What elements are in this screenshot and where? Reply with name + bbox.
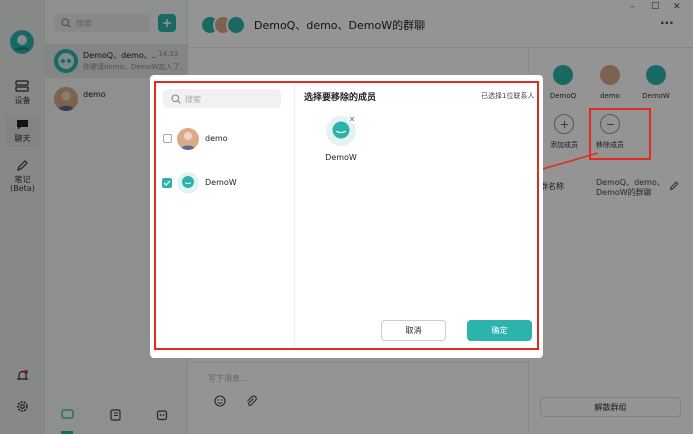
confirm-button[interactable]: 确定	[467, 320, 532, 341]
remove-selected-icon[interactable]	[348, 115, 356, 123]
search-icon	[170, 93, 181, 104]
contact-avatar	[177, 172, 199, 194]
selected-count-text: 已选择1位联系人	[481, 92, 535, 100]
confirm-label: 确定	[491, 326, 508, 335]
selected-member-name: DemoW	[325, 153, 357, 162]
contact-row-demo[interactable]: demo	[157, 126, 293, 152]
contact-name: DemoW	[205, 178, 237, 187]
dialog-search-placeholder: 搜索	[185, 95, 201, 104]
contact-checkbox-checked[interactable]	[162, 178, 172, 188]
contact-checkbox[interactable]	[163, 134, 172, 143]
cancel-button[interactable]: 取消	[381, 320, 446, 341]
dialog-contacts-pane	[157, 83, 293, 347]
check-icon	[163, 180, 171, 186]
contact-avatar	[177, 128, 199, 150]
contact-name: demo	[205, 134, 228, 143]
contact-row-demow[interactable]: DemoW	[157, 170, 293, 196]
cancel-label: 取消	[405, 326, 422, 335]
dialog-title: 选择要移除的成员	[304, 93, 377, 103]
dialog-search-input[interactable]: 搜索	[163, 89, 281, 108]
